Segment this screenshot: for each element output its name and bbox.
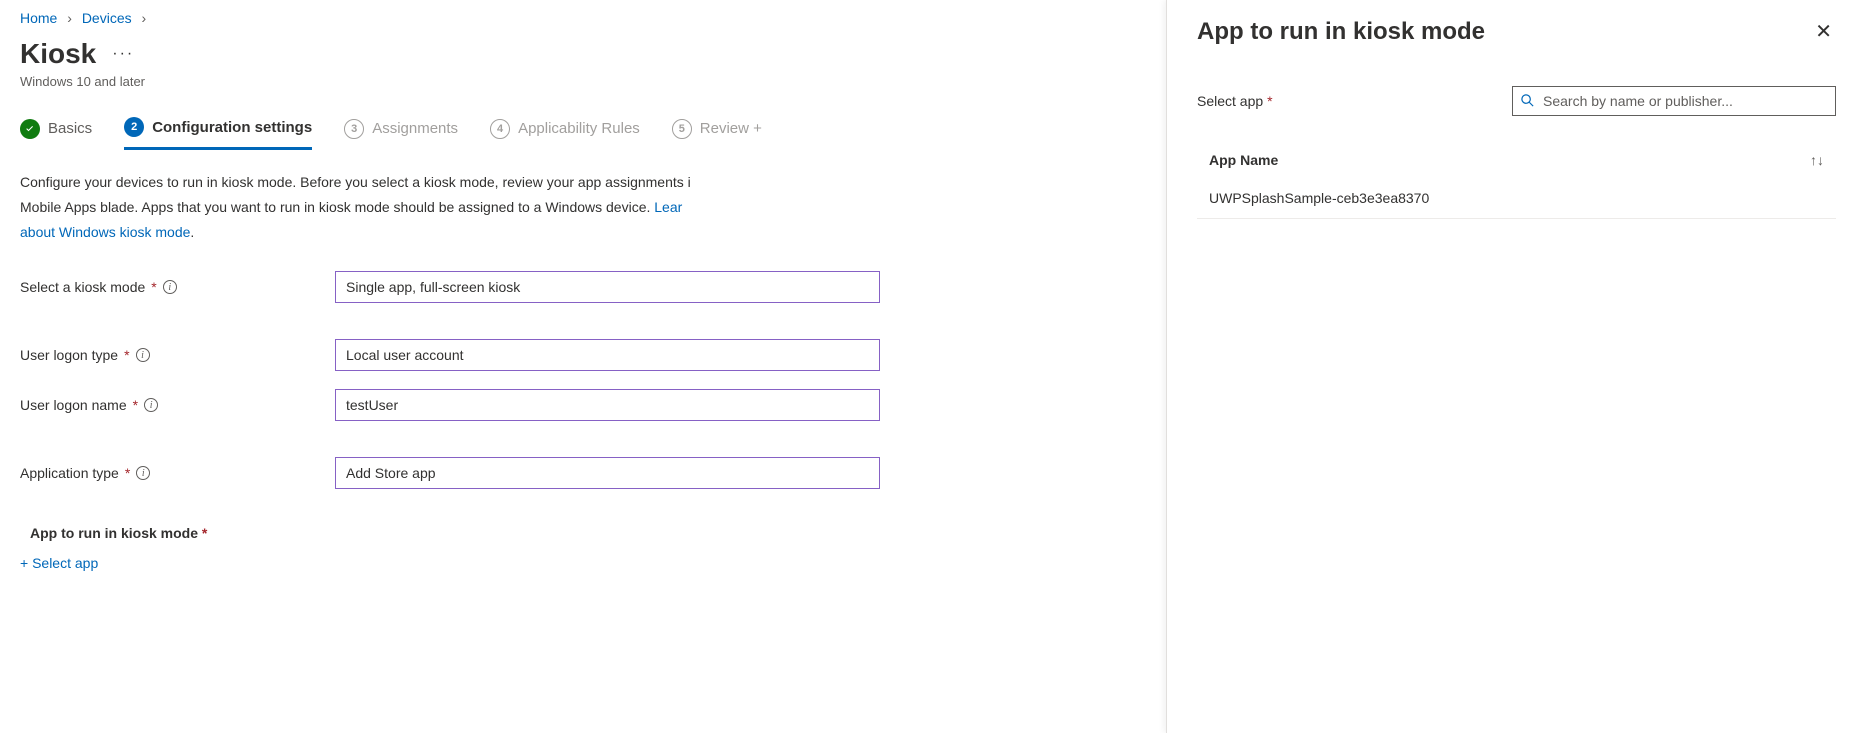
- select-app-link[interactable]: + Select app: [20, 555, 1166, 571]
- required-indicator: *: [202, 525, 207, 541]
- logon-type-label: User logon type * i: [20, 347, 335, 363]
- select-app-label: Select app *: [1197, 93, 1512, 109]
- logon-type-select[interactable]: Local user account: [335, 339, 880, 371]
- close-icon[interactable]: ✕: [1811, 18, 1836, 46]
- info-icon[interactable]: i: [136, 348, 150, 362]
- step-number-icon: 3: [344, 119, 364, 139]
- table-header[interactable]: App Name ↑↓: [1197, 152, 1836, 178]
- info-icon[interactable]: i: [136, 466, 150, 480]
- logon-name-label: User logon name * i: [20, 397, 335, 413]
- more-actions-button[interactable]: ···: [112, 45, 134, 63]
- page-title: Kiosk: [20, 38, 96, 70]
- tab-label: Configuration settings: [152, 119, 312, 136]
- wizard-tabs: Basics 2 Configuration settings 3 Assign…: [20, 117, 1166, 150]
- tab-applicability-rules: 4 Applicability Rules: [490, 119, 640, 149]
- panel-title: App to run in kiosk mode: [1197, 18, 1485, 46]
- required-indicator: *: [124, 347, 129, 363]
- tab-basics[interactable]: Basics: [20, 119, 92, 149]
- app-type-label: Application type * i: [20, 465, 335, 481]
- step-number-icon: 4: [490, 119, 510, 139]
- required-indicator: *: [1267, 93, 1272, 109]
- chevron-right-icon: ›: [142, 10, 147, 26]
- breadcrumb: Home › Devices ›: [20, 10, 1166, 26]
- breadcrumb-devices[interactable]: Devices: [82, 10, 132, 26]
- required-indicator: *: [133, 397, 138, 413]
- tab-label: Basics: [48, 120, 92, 137]
- description-text: about Windows kiosk mode.: [20, 222, 860, 243]
- tab-assignments: 3 Assignments: [344, 119, 458, 149]
- chevron-right-icon: ›: [67, 10, 72, 26]
- section-heading: App to run in kiosk mode *: [30, 525, 1166, 541]
- logon-name-input[interactable]: [335, 389, 880, 421]
- tab-review: 5 Review +: [672, 119, 762, 149]
- step-number-icon: 2: [124, 117, 144, 137]
- tab-configuration-settings[interactable]: 2 Configuration settings: [124, 117, 312, 150]
- table-row[interactable]: UWPSplashSample-ceb3e3ea8370: [1197, 178, 1836, 219]
- tab-label: Applicability Rules: [518, 120, 640, 137]
- tab-label: Review +: [700, 120, 762, 137]
- app-type-select[interactable]: Add Store app: [335, 457, 880, 489]
- learn-more-link[interactable]: about Windows kiosk mode: [20, 224, 190, 240]
- kiosk-mode-select[interactable]: Single app, full-screen kiosk: [335, 271, 880, 303]
- search-icon: [1520, 93, 1535, 108]
- search-input[interactable]: [1512, 86, 1836, 116]
- required-indicator: *: [151, 279, 156, 295]
- column-header-app-name: App Name: [1209, 152, 1278, 168]
- required-indicator: *: [125, 465, 130, 481]
- info-icon[interactable]: i: [163, 280, 177, 294]
- page-subtitle: Windows 10 and later: [20, 74, 1166, 89]
- learn-more-link[interactable]: Lear: [654, 199, 682, 215]
- check-icon: [20, 119, 40, 139]
- side-panel: App to run in kiosk mode ✕ Select app * …: [1166, 0, 1866, 733]
- description-text: Configure your devices to run in kiosk m…: [20, 172, 860, 193]
- breadcrumb-home[interactable]: Home: [20, 10, 57, 26]
- sort-icon[interactable]: ↑↓: [1810, 152, 1824, 168]
- tab-label: Assignments: [372, 120, 458, 137]
- kiosk-mode-label: Select a kiosk mode * i: [20, 279, 335, 295]
- info-icon[interactable]: i: [144, 398, 158, 412]
- step-number-icon: 5: [672, 119, 692, 139]
- description-text: Mobile Apps blade. Apps that you want to…: [20, 197, 860, 218]
